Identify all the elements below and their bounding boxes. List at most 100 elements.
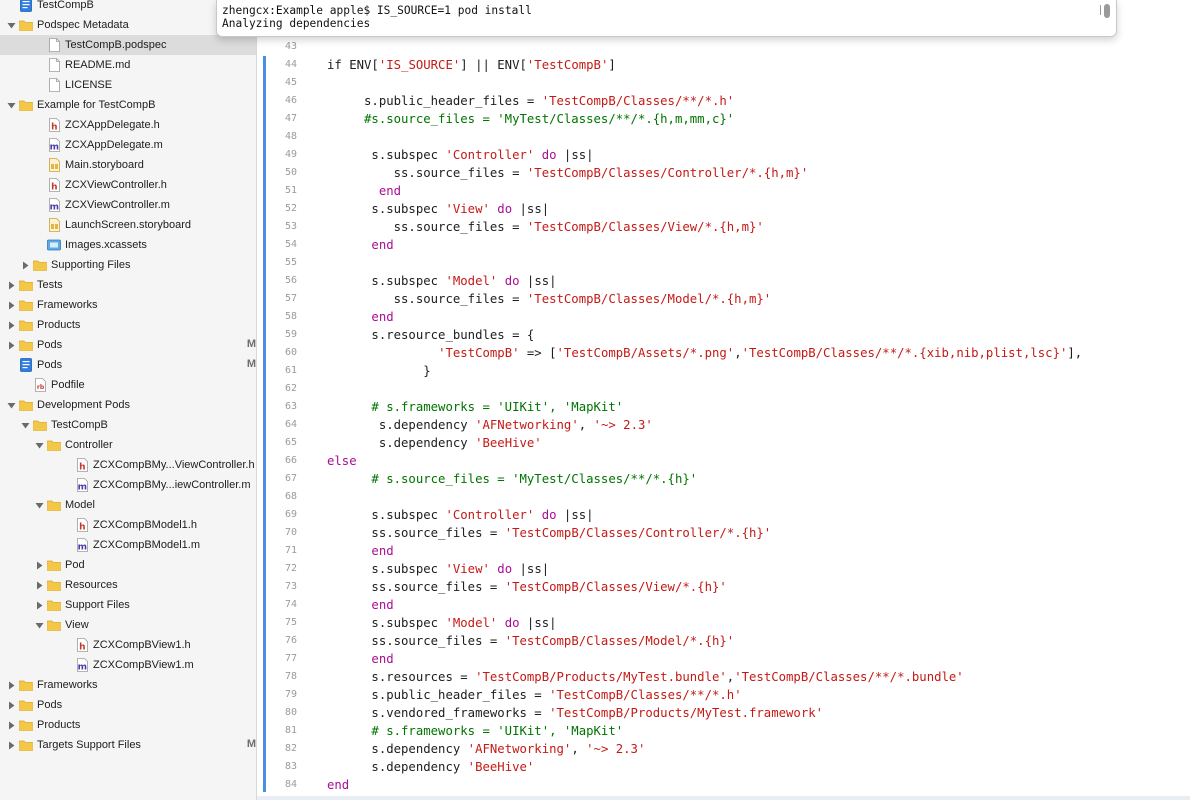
navigator-item[interactable]: Pods: [0, 695, 256, 715]
code-line[interactable]: s.subspec 'View' do |ss|: [327, 560, 549, 578]
code-line[interactable]: s.resources = 'TestCompB/Products/MyTest…: [327, 668, 963, 686]
code-line[interactable]: s.public_header_files = 'TestCompB/Class…: [327, 92, 734, 110]
code-line[interactable]: ss.source_files = 'TestCompB/Classes/Mod…: [327, 632, 734, 650]
code-line[interactable]: s.vendored_frameworks = 'TestCompB/Produ…: [327, 704, 823, 722]
navigator-item[interactable]: h ZCXAppDelegate.h: [0, 115, 256, 135]
navigator-item[interactable]: Images.xcassets: [0, 235, 256, 255]
navigator-item[interactable]: Pods M: [0, 355, 256, 375]
navigator-item[interactable]: rb Podfile: [0, 375, 256, 395]
disclosure-closed-icon[interactable]: [6, 720, 16, 730]
navigator-item[interactable]: View: [0, 615, 256, 635]
navigator-item[interactable]: m ZCXAppDelegate.m: [0, 135, 256, 155]
navigator-item[interactable]: LaunchScreen.storyboard: [0, 215, 256, 235]
navigator-item[interactable]: Controller: [0, 435, 256, 455]
code-line[interactable]: if ENV['IS_SOURCE'] || ENV['TestCompB']: [327, 56, 616, 74]
code-line[interactable]: end: [327, 542, 393, 560]
code-line[interactable]: # s.frameworks = 'UIKit', 'MapKit': [327, 722, 623, 740]
navigator-item[interactable]: README.md: [0, 55, 256, 75]
code-line[interactable]: s.public_header_files = 'TestCompB/Class…: [327, 686, 741, 704]
disclosure-closed-icon[interactable]: [6, 340, 16, 350]
disclosure-closed-icon[interactable]: [20, 260, 30, 270]
code-line[interactable]: ss.source_files = 'TestCompB/Classes/Con…: [327, 164, 809, 182]
disclosure-open-icon[interactable]: [34, 440, 44, 450]
source-editor[interactable]: 43 44 45 46 47 48 49 50 51 52 53 54 55 56 57 58 59 60 61 62…: [257, 0, 1190, 800]
code-line[interactable]: end: [327, 650, 393, 668]
code-line[interactable]: ss.source_files = 'TestCompB/Classes/Vie…: [327, 578, 726, 596]
navigator-item[interactable]: Model: [0, 495, 256, 515]
code-line[interactable]: #s.source_files = 'MyTest/Classes/**/*.{…: [327, 110, 734, 128]
code-line[interactable]: ss.source_files = 'TestCompB/Classes/Vie…: [327, 218, 764, 236]
navigator-item[interactable]: h ZCXCompBView1.h: [0, 635, 256, 655]
navigator-item[interactable]: Main.storyboard: [0, 155, 256, 175]
navigator-item[interactable]: Example for TestCompB: [0, 95, 256, 115]
code-line[interactable]: ss.source_files = 'TestCompB/Classes/Con…: [327, 524, 771, 542]
code-line[interactable]: }: [327, 362, 430, 380]
code-line[interactable]: s.dependency 'BeeHive': [327, 758, 534, 776]
code-line[interactable]: s.dependency 'AFNetworking', '~> 2.3': [327, 416, 653, 434]
navigator-item[interactable]: LICENSE: [0, 75, 256, 95]
navigator-item[interactable]: Products: [0, 315, 256, 335]
disclosure-open-icon[interactable]: [20, 420, 30, 430]
navigator-item[interactable]: TestCompB: [0, 415, 256, 435]
line-number: 50: [284, 167, 297, 178]
navigator-item[interactable]: Tests: [0, 275, 256, 295]
code-line[interactable]: 'TestCompB' => ['TestCompB/Assets/*.png'…: [327, 344, 1082, 362]
disclosure-closed-icon[interactable]: [6, 320, 16, 330]
code-line[interactable]: end: [327, 596, 393, 614]
code-line[interactable]: ss.source_files = 'TestCompB/Classes/Mod…: [327, 290, 772, 308]
navigator-item[interactable]: TestCompB.podspecM: [0, 35, 256, 55]
navigator-item[interactable]: m ZCXCompBModel1.m: [0, 535, 256, 555]
disclosure-closed-icon[interactable]: [34, 600, 44, 610]
navigator-item-label: Products: [37, 719, 81, 731]
code-token: s.subspec: [327, 202, 446, 216]
navigator-item[interactable]: h ZCXCompBMy...ViewController.h: [0, 455, 256, 475]
terminal-window[interactable]: zhengcx:Example apple$ IS_SOURCE=1 pod i…: [216, 0, 1117, 37]
disclosure-closed-icon[interactable]: [6, 280, 16, 290]
terminal-scrollbar[interactable]: [1104, 4, 1110, 18]
disclosure-open-icon[interactable]: [34, 620, 44, 630]
disclosure-closed-icon[interactable]: [34, 560, 44, 570]
disclosure-open-icon[interactable]: [6, 400, 16, 410]
disclosure-open-icon[interactable]: [6, 20, 16, 30]
navigator-item[interactable]: Development Pods: [0, 395, 256, 415]
navigator-item[interactable]: Frameworks: [0, 675, 256, 695]
navigator-item[interactable]: Supporting Files: [0, 255, 256, 275]
navigator-item[interactable]: Targets Support Files M: [0, 735, 256, 755]
navigator-item[interactable]: Frameworks: [0, 295, 256, 315]
disclosure-closed-icon[interactable]: [6, 700, 16, 710]
code-line[interactable]: # s.frameworks = 'UIKit', 'MapKit': [327, 398, 623, 416]
navigator-item[interactable]: m ZCXViewController.m: [0, 195, 256, 215]
code-line[interactable]: s.subspec 'Controller' do |ss|: [327, 506, 593, 524]
navigator-item-label: View: [65, 619, 89, 631]
line-number: 71: [284, 545, 297, 556]
navigator-item[interactable]: Support Files—: [0, 595, 256, 615]
navigator-item[interactable]: Resources: [0, 575, 256, 595]
code-line[interactable]: s.subspec 'Controller' do |ss|: [327, 146, 593, 164]
code-line[interactable]: # s.source_files = 'MyTest/Classes/**/*.…: [327, 470, 697, 488]
navigator-item[interactable]: h ZCXViewController.h: [0, 175, 256, 195]
code-line[interactable]: end: [327, 308, 393, 326]
code-line[interactable]: end: [327, 182, 401, 200]
disclosure-closed-icon[interactable]: [6, 300, 16, 310]
navigator-item[interactable]: Pods M: [0, 335, 256, 355]
code-line[interactable]: end: [327, 776, 349, 794]
navigator-item[interactable]: h ZCXCompBModel1.h: [0, 515, 256, 535]
disclosure-closed-icon[interactable]: [6, 740, 16, 750]
code-line[interactable]: s.subspec 'View' do |ss|: [327, 200, 549, 218]
code-line[interactable]: s.subspec 'Model' do |ss|: [327, 272, 556, 290]
navigator-item[interactable]: m ZCXCompBView1.m: [0, 655, 256, 675]
code-line[interactable]: s.resource_bundles = {: [327, 326, 534, 344]
disclosure-closed-icon[interactable]: [6, 680, 16, 690]
navigator-item[interactable]: PodM: [0, 555, 256, 575]
code-line[interactable]: s.subspec 'Model' do |ss|: [327, 614, 556, 632]
navigator-item[interactable]: Products: [0, 715, 256, 735]
code-line[interactable]: s.dependency 'AFNetworking', '~> 2.3': [327, 740, 645, 758]
disclosure-closed-icon[interactable]: [34, 580, 44, 590]
navigator-item[interactable]: m ZCXCompBMy...iewController.m: [0, 475, 256, 495]
code-line[interactable]: else: [327, 452, 357, 470]
code-line[interactable]: end: [327, 236, 393, 254]
code-line[interactable]: s.dependency 'BeeHive': [327, 434, 542, 452]
disclosure-open-icon[interactable]: [6, 100, 16, 110]
disclosure-open-icon[interactable]: [34, 500, 44, 510]
